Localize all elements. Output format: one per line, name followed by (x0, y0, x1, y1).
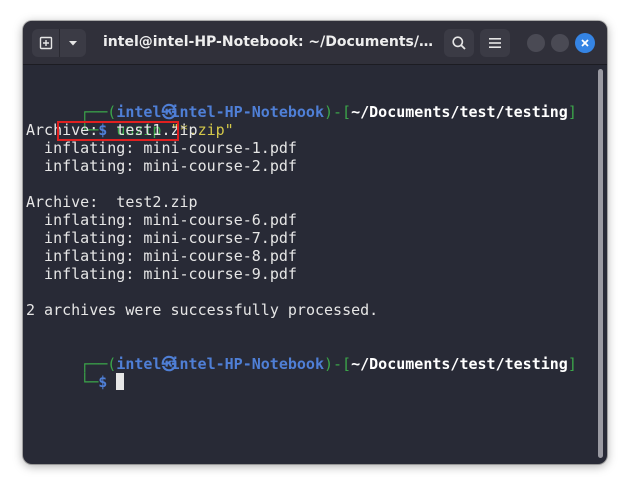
prompt-separator: )-[ (324, 103, 352, 121)
output-line: inflating: mini-course-2.pdf (26, 157, 297, 175)
maximize-button[interactable] (551, 34, 569, 52)
text-cursor (116, 373, 125, 390)
prompt-header-line: ┌──(intel㉿intel-HP-Notebook)-[~/Document… (26, 337, 577, 373)
prompt-header-line: ┌──(intel㉿intel-HP-Notebook)-[~/Document… (26, 85, 577, 121)
prompt-close-bracket: ] (567, 355, 577, 373)
hamburger-menu-icon (489, 38, 501, 48)
command-line: └─$ unzip "*.zip" (26, 103, 234, 139)
tab-button-group (32, 29, 86, 57)
close-icon (581, 39, 589, 47)
close-button[interactable] (575, 33, 595, 53)
output-line: inflating: mini-course-7.pdf (26, 229, 297, 247)
output-line: inflating: mini-course-8.pdf (26, 247, 297, 265)
new-tab-button[interactable] (32, 29, 60, 57)
scrollbar-thumb[interactable] (598, 69, 603, 458)
window-title: intel@intel-HP-Notebook: ~/Documents/tes… (103, 34, 433, 50)
output-line: Archive: test1.zip (26, 121, 198, 139)
search-button[interactable] (444, 29, 474, 57)
chevron-down-icon (69, 41, 77, 46)
prompt-path: ~/Documents/test/testing (351, 103, 568, 121)
output-line: inflating: mini-course-6.pdf (26, 211, 297, 229)
input-line[interactable]: └─$ (26, 355, 125, 391)
scrollbar[interactable] (595, 65, 607, 464)
minimize-button[interactable] (527, 34, 545, 52)
terminal-window: intel@intel-HP-Notebook: ~/Documents/tes… (23, 21, 607, 464)
menu-button[interactable] (480, 29, 510, 57)
output-line: inflating: mini-course-9.pdf (26, 265, 297, 283)
output-line: Archive: test2.zip (26, 193, 198, 211)
prompt-separator: )-[ (324, 355, 352, 373)
terminal-output-area[interactable]: ┌──(intel㉿intel-HP-Notebook)-[~/Document… (23, 65, 593, 464)
prompt-host: intel-HP-Notebook (170, 355, 324, 373)
prompt-dollar: $ (98, 373, 117, 391)
output-line: inflating: mini-course-1.pdf (26, 139, 297, 157)
title-bar: intel@intel-HP-Notebook: ~/Documents/tes… (23, 21, 607, 65)
output-line: 2 archives were successfully processed. (26, 301, 379, 319)
search-icon (452, 36, 466, 50)
prompt-path: ~/Documents/test/testing (351, 355, 568, 373)
tab-menu-button[interactable] (60, 29, 86, 57)
prompt-close-bracket: ] (567, 103, 577, 121)
prompt-corner: └─ (80, 373, 99, 391)
new-tab-icon (39, 36, 52, 50)
